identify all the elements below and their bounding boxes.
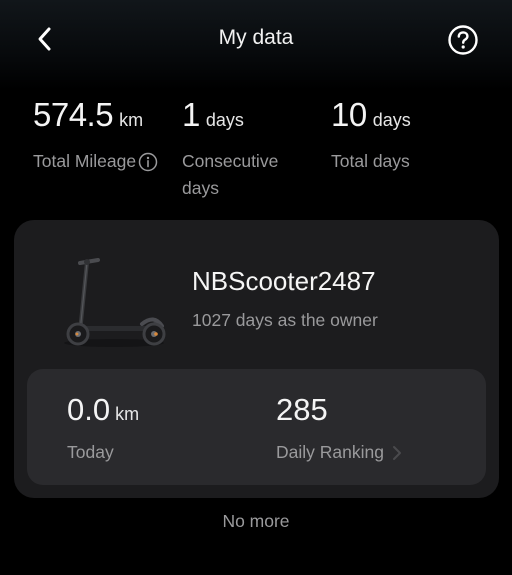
today-unit: km (115, 404, 140, 424)
scooter-image (64, 258, 166, 347)
today-value: 0.0 (67, 392, 111, 427)
total-days-stat: 10 days Total days (331, 96, 411, 175)
today-label: Today (67, 442, 114, 462)
total-mileage-label: Total Mileage (33, 151, 137, 171)
info-icon[interactable] (137, 151, 158, 172)
daily-ranking-value: 285 (276, 392, 328, 427)
my-data-screen: My data 574.5 km Total Mileage 1 days Co… (0, 0, 512, 575)
consecutive-days-label: Consecutive days (182, 151, 279, 198)
total-mileage-unit: km (119, 110, 144, 130)
header: My data (0, 0, 512, 78)
page-title: My data (218, 26, 294, 49)
consecutive-days-stat: 1 days Consecutive days (182, 96, 312, 202)
question-circle-icon (448, 25, 478, 55)
today-stat: 0.0 km Today (67, 392, 139, 463)
daily-ranking-label: Daily Ranking (276, 442, 384, 462)
consecutive-days-unit: days (205, 110, 244, 130)
total-mileage-value: 574.5 (33, 96, 114, 133)
daily-stats-panel: 0.0 km Today 285 Daily Ranking (27, 369, 486, 485)
owner-days-text: 1027 days as the owner (192, 310, 378, 330)
device-card[interactable]: NBScooter2487 1027 days as the owner 0.0… (14, 220, 499, 498)
total-days-label: Total days (331, 151, 410, 171)
total-days-value: 10 (331, 96, 367, 133)
help-button[interactable] (444, 21, 482, 59)
total-days-unit: days (372, 110, 411, 130)
device-name: NBScooter2487 (192, 266, 376, 296)
consecutive-days-value: 1 (182, 96, 200, 133)
chevron-right-icon (392, 445, 402, 461)
daily-ranking-link[interactable]: 285 Daily Ranking (276, 392, 402, 463)
no-more-text: No more (222, 511, 290, 531)
total-mileage-stat: 574.5 km Total Mileage (33, 96, 158, 175)
